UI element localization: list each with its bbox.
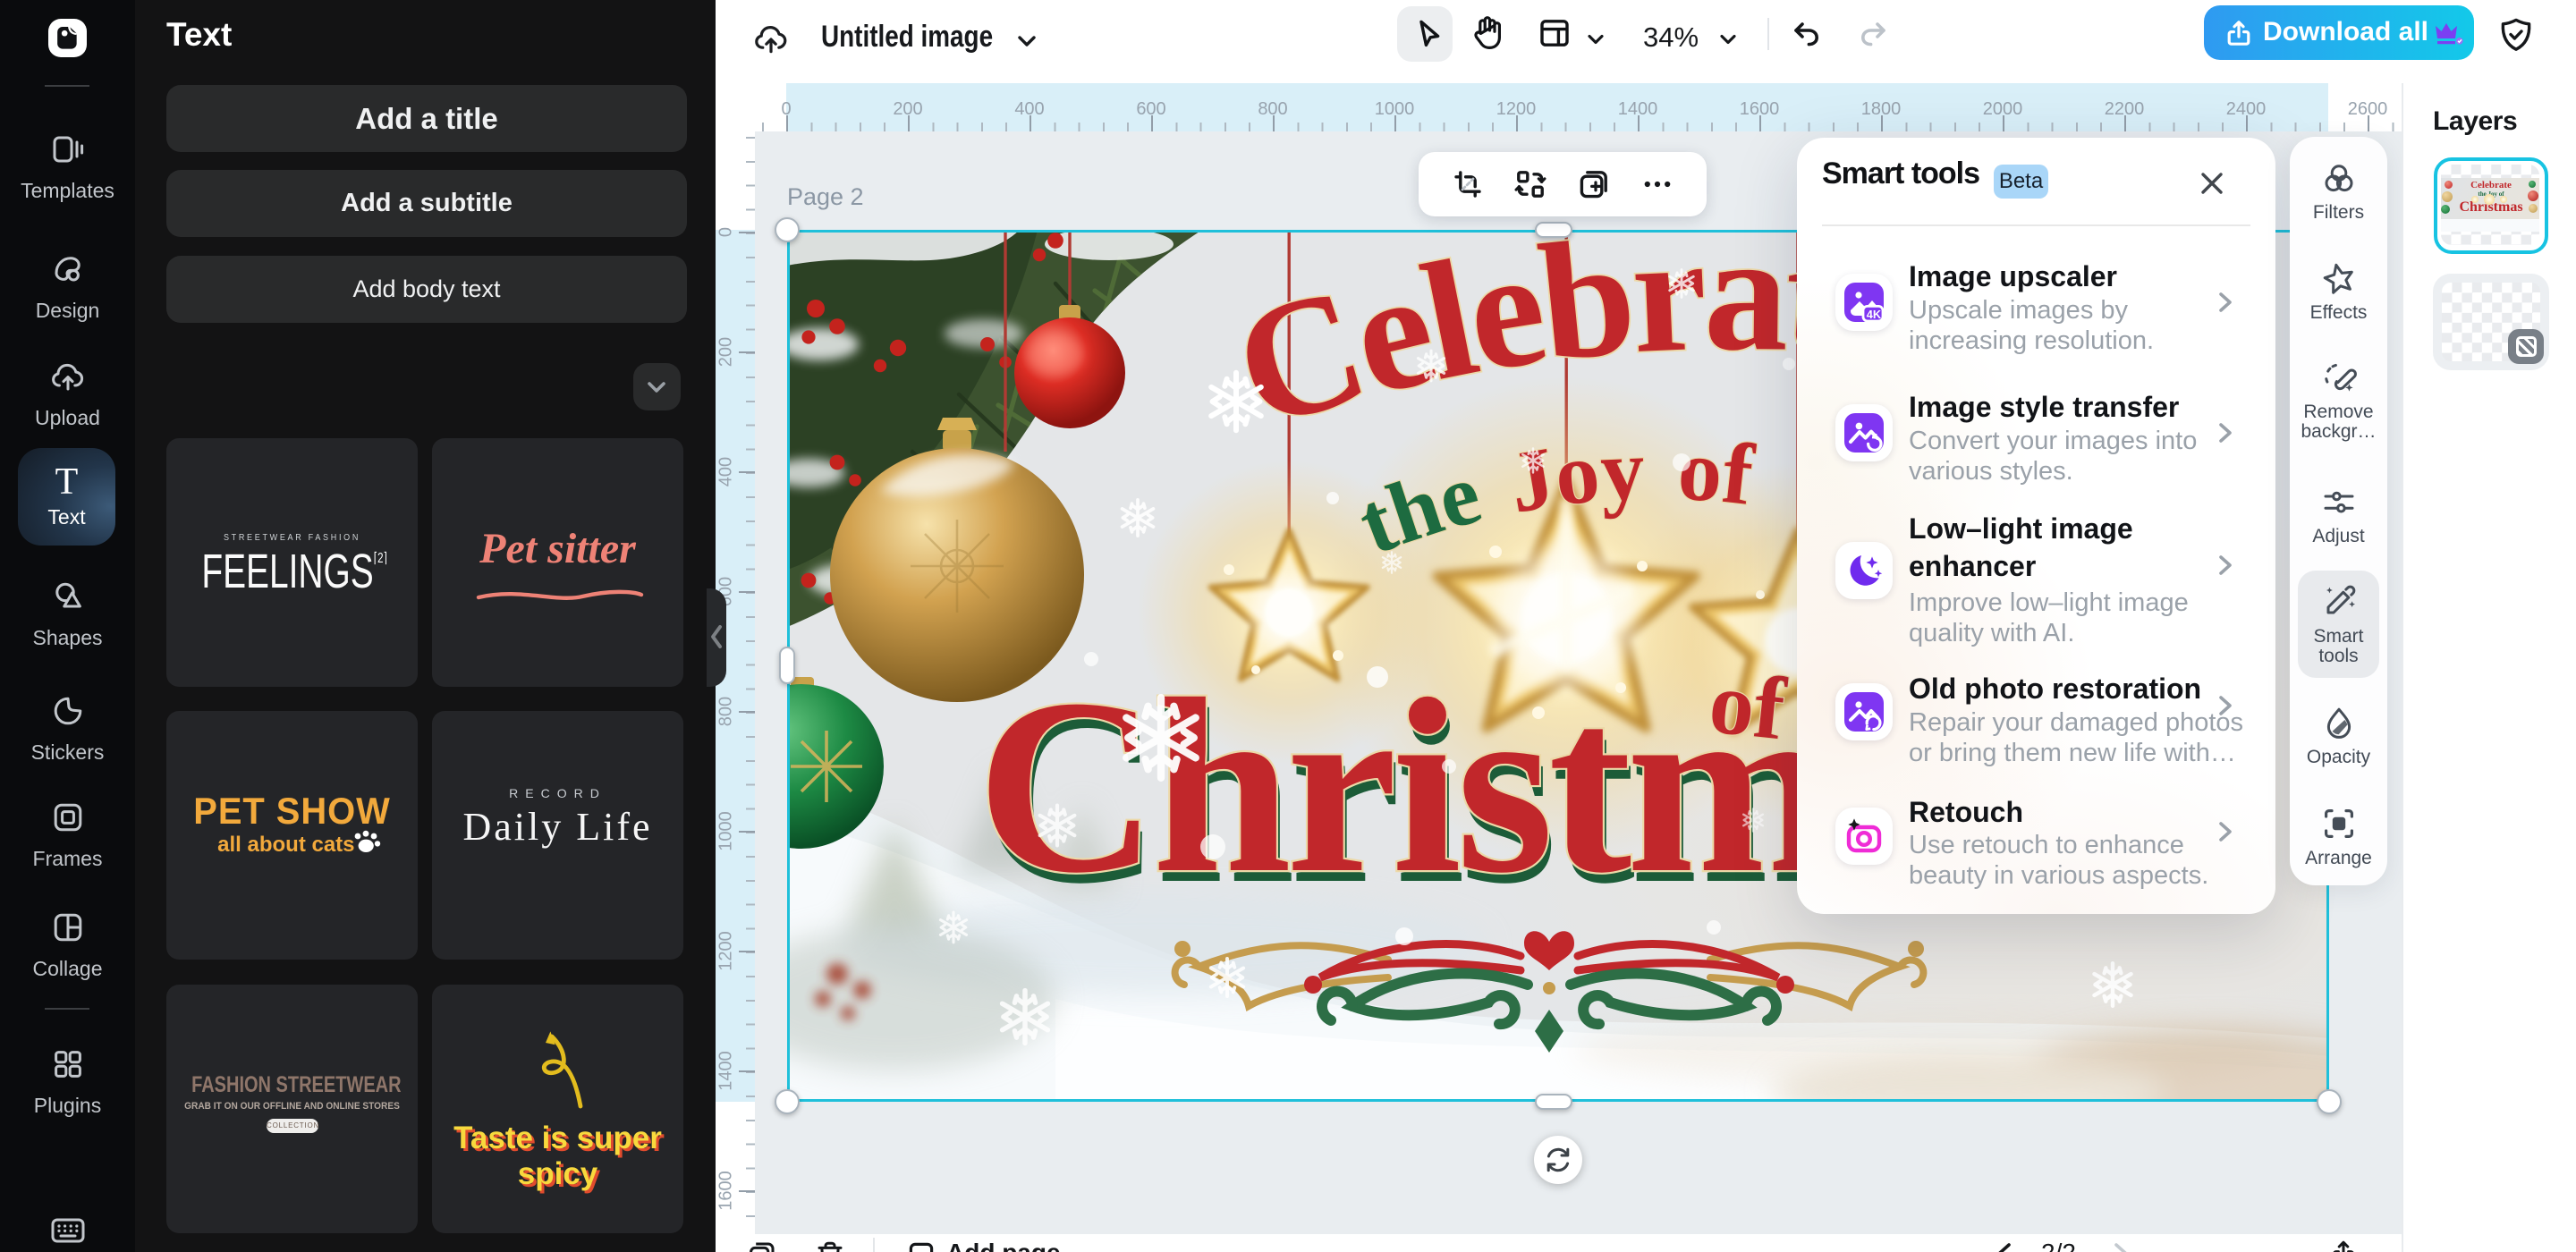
svg-text:4K: 4K	[1866, 307, 1881, 320]
